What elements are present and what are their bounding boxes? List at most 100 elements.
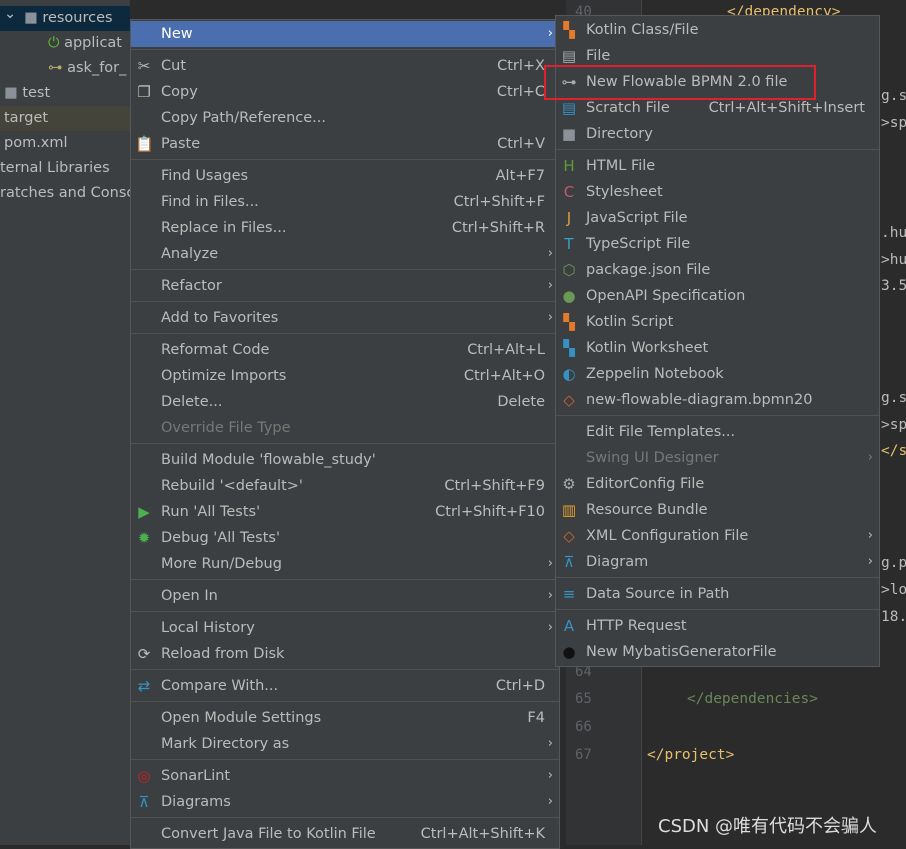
run-icon: ▶ xyxy=(138,503,150,521)
menu-item-zeppelin-notebook[interactable]: ◐ Zeppelin Notebook xyxy=(556,361,879,387)
menu-item-build-module-flowable-study[interactable]: Build Module 'flowable_study' xyxy=(131,447,559,473)
menu-item-kotlin-script[interactable]: ▚ Kotlin Script xyxy=(556,309,879,335)
menu-item-data-source-in-path[interactable]: ≡ Data Source in Path xyxy=(556,581,879,607)
menu-item-typescript-file[interactable]: T TypeScript File xyxy=(556,231,879,257)
menu-item-add-to-favorites[interactable]: Add to Favorites › xyxy=(131,305,559,331)
menu-item-compare-with[interactable]: ⇄ Compare With... Ctrl+D xyxy=(131,673,559,699)
menu-item-optimize-imports[interactable]: Optimize Imports Ctrl+Alt+O xyxy=(131,363,559,389)
code-text: >hu xyxy=(881,252,906,268)
tree-item[interactable]: ⊶ ask_for_ xyxy=(0,56,130,81)
kotlin-file-icon: ▚ xyxy=(563,21,575,39)
menu-item-run-all-tests[interactable]: ▶ Run 'All Tests' Ctrl+Shift+F10 xyxy=(131,499,559,525)
menu-item-resource-bundle[interactable]: ▥ Resource Bundle xyxy=(556,497,879,523)
menu-item-open-in[interactable]: Open In › xyxy=(131,583,559,609)
menu-item-javascript-file[interactable]: J JavaScript File xyxy=(556,205,879,231)
menu-item-diagram[interactable]: ⊼ Diagram › xyxy=(556,549,879,575)
menu-item-editorconfig-file[interactable]: ⚙ EditorConfig File xyxy=(556,471,879,497)
menu-item-edit-file-templates[interactable]: Edit File Templates... xyxy=(556,419,879,445)
menu-item-label: Diagrams xyxy=(161,794,231,810)
menu-item-copy-path-reference[interactable]: Copy Path/Reference... xyxy=(131,105,559,131)
xml-file-icon: ◇ xyxy=(563,391,575,409)
menu-item-label: Local History xyxy=(161,620,255,636)
tree-item-label: applicat xyxy=(64,35,122,51)
menu-item-label: Delete... xyxy=(161,394,223,410)
tree-item-label: resources xyxy=(42,10,113,26)
tree-item[interactable]: target xyxy=(0,106,130,131)
chevron-right-icon: › xyxy=(867,528,873,543)
menu-item-new[interactable]: New › xyxy=(131,21,559,47)
code-text: 3.5 xyxy=(881,278,906,294)
chevron-right-icon: › xyxy=(867,450,873,465)
tree-item[interactable]: ⌄ ■ resources xyxy=(0,6,130,31)
menu-item-debug-all-tests[interactable]: ✹ Debug 'All Tests' xyxy=(131,525,559,551)
watermark: CSDN @唯有代码不会骗人 xyxy=(658,816,878,837)
menu-item-new-mybatisgeneratorfile[interactable]: ● New MybatisGeneratorFile xyxy=(556,639,879,665)
sonarlint-icon: ◎ xyxy=(137,767,151,785)
menu-item-local-history[interactable]: Local History › xyxy=(131,615,559,641)
menu-item-label: Find Usages xyxy=(161,168,249,184)
menu-item-label: Convert Java File to Kotlin File xyxy=(161,826,376,842)
menu-item-kotlin-class-file[interactable]: ▚ Kotlin Class/File xyxy=(556,17,879,43)
shortcut-label: Ctrl+V xyxy=(497,136,545,152)
menu-item-label: Data Source in Path xyxy=(586,586,730,602)
kotlin-script-icon: ▚ xyxy=(563,313,575,331)
tree-item[interactable]: pom.xml xyxy=(0,131,130,156)
menu-item-paste[interactable]: 📋 Paste Ctrl+V xyxy=(131,131,559,157)
menu-item-cut[interactable]: ✂ Cut Ctrl+X xyxy=(131,53,559,79)
menu-item-reload-from-disk[interactable]: ⟳ Reload from Disk xyxy=(131,641,559,667)
menu-item-directory[interactable]: ■ Directory xyxy=(556,121,879,147)
code-text: </s xyxy=(881,443,906,459)
menu-item-replace-in-files[interactable]: Replace in Files... Ctrl+Shift+R xyxy=(131,215,559,241)
paste-icon: 📋 xyxy=(135,135,154,153)
menu-item-find-usages[interactable]: Find Usages Alt+F7 xyxy=(131,163,559,189)
menu-item-refactor[interactable]: Refactor › xyxy=(131,273,559,299)
menu-item-xml-configuration-file[interactable]: ◇ XML Configuration File › xyxy=(556,523,879,549)
menu-item-package-json-file[interactable]: ⬡ package.json File xyxy=(556,257,879,283)
menu-item-more-run-debug[interactable]: More Run/Debug › xyxy=(131,551,559,577)
chevron-down-icon[interactable]: ⌄ xyxy=(4,6,16,27)
menu-item-rebuild-default[interactable]: Rebuild '<default>' Ctrl+Shift+F9 xyxy=(131,473,559,499)
shortcut-label: Delete xyxy=(497,394,545,410)
tree-item-label: target xyxy=(4,110,49,126)
menu-item-stylesheet[interactable]: C Stylesheet xyxy=(556,179,879,205)
menu-item-reformat-code[interactable]: Reformat Code Ctrl+Alt+L xyxy=(131,337,559,363)
menu-item-label: Directory xyxy=(586,126,653,142)
tree-item[interactable]: ternal Libraries xyxy=(0,156,130,181)
menu-item-label: Replace in Files... xyxy=(161,220,287,236)
menu-item-sonarlint[interactable]: ◎ SonarLint › xyxy=(131,763,559,789)
menu-item-convert-java-file-to-kotlin-file[interactable]: Convert Java File to Kotlin File Ctrl+Alt… xyxy=(131,821,559,847)
tree-item[interactable]: ⏻ applicat xyxy=(0,31,130,56)
code-text: .hu xyxy=(881,225,906,241)
menu-item-label: Rebuild '<default>' xyxy=(161,478,303,494)
code-text: </project> xyxy=(647,747,735,763)
menu-item-delete[interactable]: Delete... Delete xyxy=(131,389,559,415)
chevron-right-icon: › xyxy=(547,246,553,261)
menu-item-kotlin-worksheet[interactable]: ▚ Kotlin Worksheet xyxy=(556,335,879,361)
tree-item[interactable]: ratches and Consc xyxy=(0,181,130,206)
menu-item-diagrams[interactable]: ⊼ Diagrams › xyxy=(131,789,559,815)
menu-item-html-file[interactable]: H HTML File xyxy=(556,153,879,179)
menu-item-copy[interactable]: ❐ Copy Ctrl+C xyxy=(131,79,559,105)
tree-item-label: ask_for_ xyxy=(67,60,127,76)
menu-item-mark-directory-as[interactable]: Mark Directory as › xyxy=(131,731,559,757)
chevron-right-icon: › xyxy=(867,554,873,569)
bpmn-file-icon: ⊶ xyxy=(48,60,68,76)
menu-item-label: Reload from Disk xyxy=(161,646,285,662)
menu-item-find-in-files[interactable]: Find in Files... Ctrl+Shift+F xyxy=(131,189,559,215)
menu-item-open-module-settings[interactable]: Open Module Settings F4 xyxy=(131,705,559,731)
code-text: </dependencies> xyxy=(687,691,818,707)
shortcut-label: Ctrl+Shift+R xyxy=(451,220,545,236)
menu-item-analyze[interactable]: Analyze › xyxy=(131,241,559,267)
menu-item-openapi-specification[interactable]: ● OpenAPI Specification xyxy=(556,283,879,309)
menu-item-label: package.json File xyxy=(586,262,711,278)
chevron-right-icon: › xyxy=(547,620,553,635)
menu-item-label: Stylesheet xyxy=(586,184,663,200)
tree-item-label: test xyxy=(22,85,51,101)
folder-icon: ■ xyxy=(561,125,577,143)
menu-item-label: More Run/Debug xyxy=(161,556,282,572)
tree-item[interactable]: ■ test xyxy=(0,81,130,106)
code-text: g.p xyxy=(881,555,906,571)
menu-item-http-request[interactable]: A HTTP Request xyxy=(556,613,879,639)
menu-item-new-flowable-diagram-bpmn20[interactable]: ◇ new-flowable-diagram.bpmn20 xyxy=(556,387,879,413)
ts-file-icon: T xyxy=(564,235,574,253)
